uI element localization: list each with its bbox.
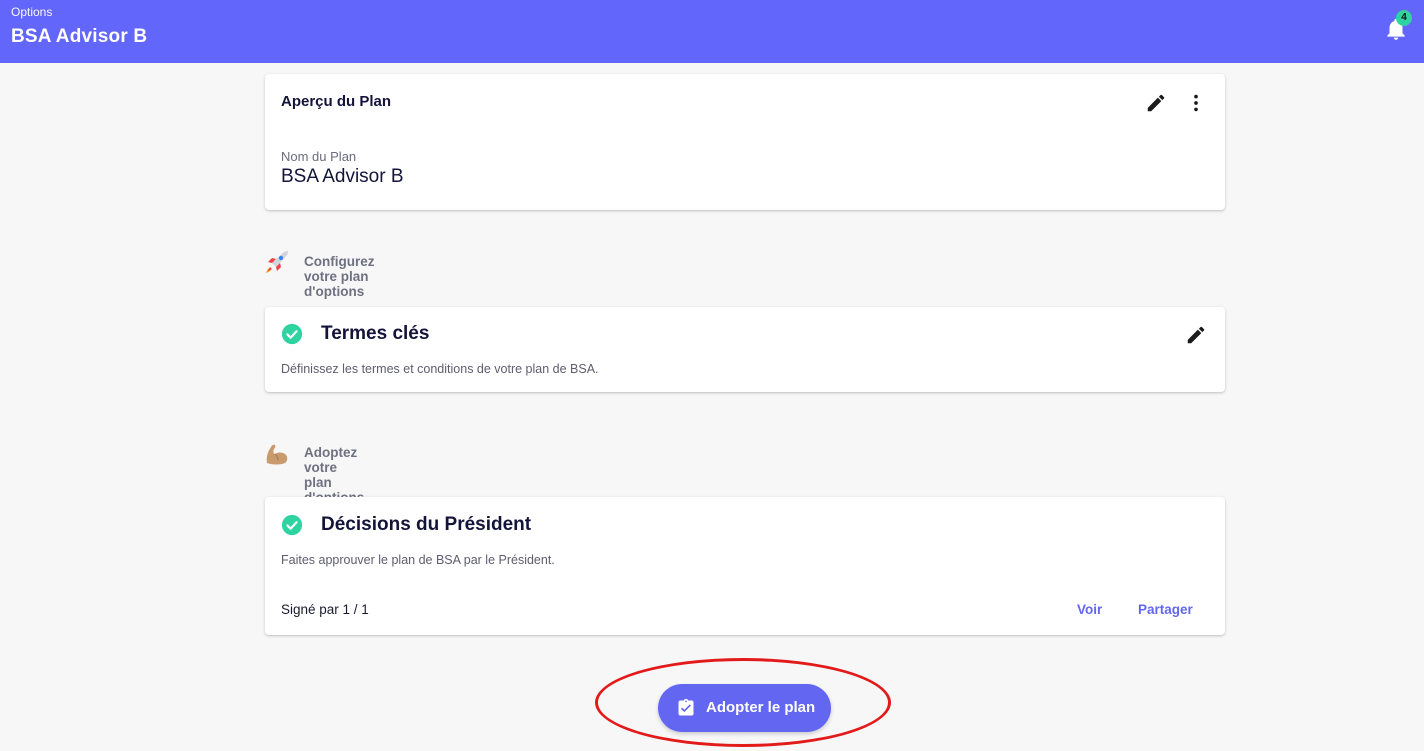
adopt-plan-button[interactable]: Adopter le plan	[658, 684, 831, 732]
more-options-button[interactable]	[1182, 89, 1210, 117]
plan-overview-card: Aperçu du Plan Nom du Plan BSA Advisor B	[265, 74, 1225, 210]
check-circle-icon	[281, 323, 303, 345]
flexed-biceps-emoji	[266, 444, 288, 465]
key-terms-title: Termes clés	[321, 323, 430, 344]
check-circle-icon	[281, 514, 303, 536]
notification-badge: 4	[1396, 10, 1412, 26]
page-title: BSA Advisor B	[11, 26, 148, 47]
key-terms-card: Termes clés Définissez les termes et con…	[265, 307, 1225, 392]
edit-icon	[1187, 326, 1205, 344]
key-terms-description: Définissez les termes et conditions de v…	[281, 362, 599, 376]
app-bar-subtitle: Options	[11, 5, 53, 19]
president-decisions-title: Décisions du Président	[321, 514, 532, 535]
plan-name-label: Nom du Plan	[281, 149, 357, 164]
president-decisions-card: Décisions du Président Faites approuver …	[265, 497, 1225, 635]
adopt-plan-label: Adopter le plan	[706, 699, 816, 716]
plan-name-value: BSA Advisor B	[281, 166, 404, 187]
plan-overview-header: Aperçu du Plan	[281, 93, 392, 110]
edit-key-terms-button[interactable]	[1182, 321, 1210, 349]
view-button[interactable]: Voir	[1077, 602, 1102, 617]
app-bar: Options BSA Advisor B 4	[0, 0, 1424, 63]
section-configure-label: Configurez votre plan d'options	[304, 254, 375, 299]
section-adopt-label: Adoptez votre plan d'options	[304, 445, 364, 505]
clipboard-check-icon	[678, 698, 694, 716]
signature-status: Signé par 1 / 1	[281, 602, 369, 617]
edit-plan-button[interactable]	[1142, 89, 1170, 117]
president-decisions-description: Faites approuver le plan de BSA par le P…	[281, 553, 555, 567]
edit-icon	[1147, 94, 1165, 112]
share-button[interactable]: Partager	[1138, 602, 1193, 617]
rocket-emoji	[266, 251, 288, 273]
more-vert-icon	[1194, 94, 1198, 112]
